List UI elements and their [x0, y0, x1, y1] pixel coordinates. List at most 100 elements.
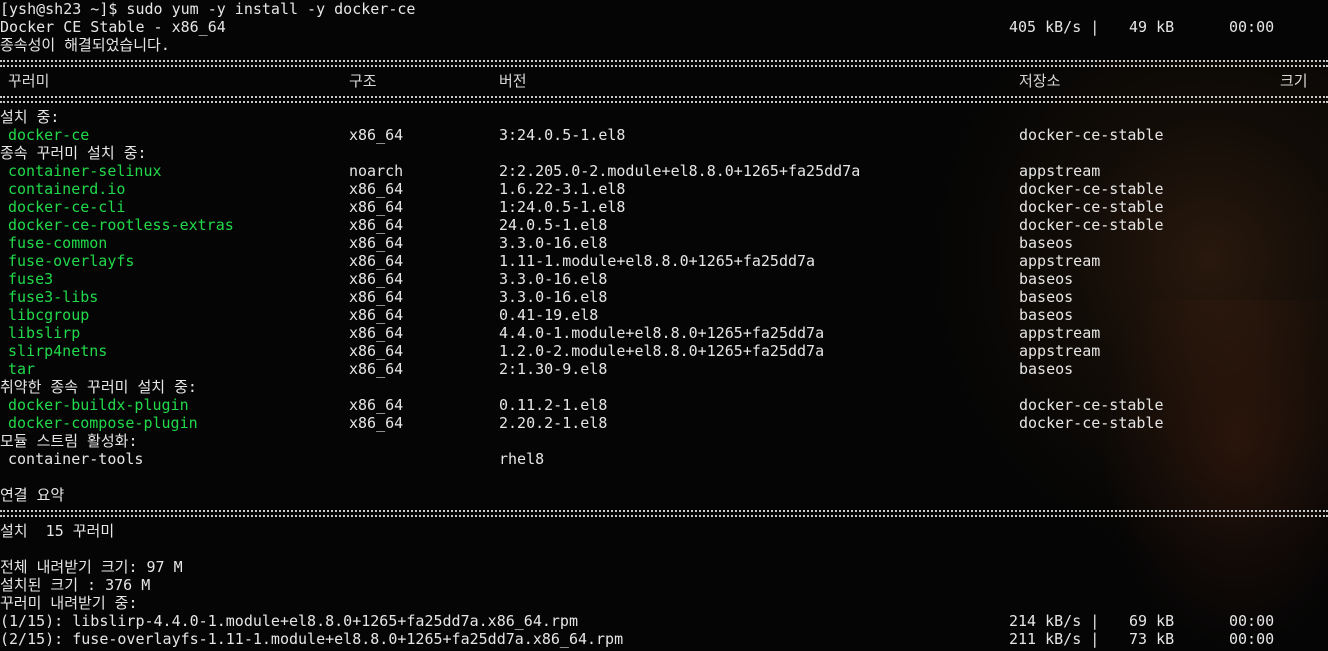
package-version: 1.6.22-3.1.el8 — [499, 180, 626, 198]
package-arch: x86_64 — [349, 324, 404, 342]
package-arch: x86_64 — [349, 252, 404, 270]
total-download-line: 전체 내려받기 크기: 97 M — [0, 558, 183, 576]
module-stream: rhel8 — [499, 450, 545, 468]
background-wallpaper-accent — [1100, 300, 1328, 651]
terminal-window[interactable]: [ysh@sh23 ~]$ sudo yum -y install -y doc… — [0, 0, 1328, 651]
package-repo: docker-ce-stable — [1019, 198, 1164, 216]
package-version: 3.3.0-16.el8 — [499, 288, 608, 306]
package-version: 0.11.2-1.el8 — [499, 396, 608, 414]
table-separator-summary — [0, 510, 1328, 517]
package-name: libcgroup — [8, 306, 90, 324]
deps-resolved-text: 종속성이 해결되었습니다. — [0, 36, 170, 54]
module-name: container-tools — [8, 450, 144, 468]
package-arch: x86_64 — [349, 198, 404, 216]
package-name: slirp4netns — [8, 342, 108, 360]
download-size: 69 kB — [1129, 612, 1175, 630]
package-repo: appstream — [1019, 162, 1101, 180]
column-header-size: 크기 — [1280, 72, 1308, 90]
download-file: (2/15): fuse-overlayfs-1.11-1.module+el8… — [0, 630, 624, 648]
install-count-line: 설치 15 꾸러미 — [0, 522, 114, 540]
package-repo: appstream — [1019, 324, 1101, 342]
command-prompt: [ysh@sh23 ~]$ sudo yum -y install -y doc… — [0, 0, 416, 18]
repo-name: Docker CE Stable - x86_64 — [0, 18, 226, 36]
total-download-size: 전체 내려받기 크기: 97 M — [0, 558, 183, 576]
package-version: 4.4.0-1.module+el8.8.0+1265+fa25dd7a — [499, 324, 825, 342]
module-stream-label: 모듈 스트림 활성화: — [0, 432, 138, 450]
download-time: 00:00 — [1229, 630, 1275, 648]
module-row: container-tools rhel8 — [0, 450, 544, 468]
package-name: docker-buildx-plugin — [8, 396, 189, 414]
downloading-label: 꾸러미 내려받기 중: — [0, 594, 138, 612]
package-arch: x86_64 — [349, 414, 404, 432]
package-name: container-selinux — [8, 162, 162, 180]
repo-speed: 405 kB/s | — [1009, 18, 1100, 36]
package-name: docker-ce-rootless-extras — [8, 216, 234, 234]
package-arch: x86_64 — [349, 270, 404, 288]
repo-time: 00:00 — [1229, 18, 1275, 36]
package-name: fuse-common — [8, 234, 108, 252]
package-repo: docker-ce-stable — [1019, 414, 1164, 432]
deps-label: 종속 꾸러미 설치 중: — [0, 144, 147, 162]
package-arch: x86_64 — [349, 216, 404, 234]
install-count: 설치 15 꾸러미 — [0, 522, 115, 540]
package-name: docker-ce — [8, 126, 90, 144]
package-name: fuse3-libs — [8, 288, 99, 306]
package-repo: docker-ce-stable — [1019, 216, 1164, 234]
installed-size: 설치된 크기 : 376 M — [0, 576, 151, 594]
package-repo: appstream — [1019, 342, 1101, 360]
package-arch: x86_64 — [349, 396, 404, 414]
installing-label: 설치 중: — [0, 108, 60, 126]
package-version: 1.11-1.module+el8.8.0+1265+fa25dd7a — [499, 252, 816, 270]
download-time: 00:00 — [1229, 612, 1275, 630]
package-repo: docker-ce-stable — [1019, 180, 1164, 198]
package-arch: x86_64 — [349, 234, 404, 252]
package-version: 2.20.2-1.el8 — [499, 414, 608, 432]
repo-size: 49 kB — [1129, 18, 1175, 36]
section-label-module: 모듈 스트림 활성화: — [0, 432, 138, 450]
package-repo: baseos — [1019, 306, 1074, 324]
summary-label: 연결 요약 — [0, 486, 65, 504]
section-label-weak: 취약한 종속 꾸러미 설치 중: — [0, 378, 197, 396]
package-name: fuse-overlayfs — [8, 252, 135, 270]
package-repo: docker-ce-stable — [1019, 396, 1164, 414]
table-separator-top — [0, 60, 1328, 67]
section-label-deps: 종속 꾸러미 설치 중: — [0, 144, 147, 162]
package-version: 24.0.5-1.el8 — [499, 216, 608, 234]
package-name: docker-compose-plugin — [8, 414, 198, 432]
package-name: fuse3 — [8, 270, 54, 288]
package-arch: x86_64 — [349, 360, 404, 378]
summary-label-line: 연결 요약 — [0, 486, 64, 504]
package-arch: x86_64 — [349, 342, 404, 360]
command-prompt-line: [ysh@sh23 ~]$ sudo yum -y install -y doc… — [0, 0, 415, 18]
download-speed: 214 kB/s | — [1009, 612, 1100, 630]
package-version: 3.3.0-16.el8 — [499, 270, 608, 288]
section-label-installing: 설치 중: — [0, 108, 59, 126]
package-repo: appstream — [1019, 252, 1101, 270]
package-name: containerd.io — [8, 180, 126, 198]
table-separator-header — [0, 96, 1328, 103]
downloading-label-line: 꾸러미 내려받기 중: — [0, 594, 138, 612]
installed-size-line: 설치된 크기 : 376 M — [0, 576, 150, 594]
package-arch: noarch — [349, 162, 404, 180]
package-name: libslirp — [8, 324, 81, 342]
weak-deps-label: 취약한 종속 꾸러미 설치 중: — [0, 378, 197, 396]
package-version: 2:1.30-9.el8 — [499, 360, 608, 378]
table-header: 꾸러미 구조 버전 저장소 크기 — [0, 72, 1308, 90]
download-file: (1/15): libslirp-4.4.0-1.module+el8.8.0+… — [0, 612, 578, 630]
package-name: docker-ce-cli — [8, 198, 126, 216]
package-repo: baseos — [1019, 234, 1074, 252]
package-repo: baseos — [1019, 360, 1074, 378]
package-version: 1.2.0-2.module+el8.8.0+1265+fa25dd7a — [499, 342, 825, 360]
repo-metadata-line: Docker CE Stable - x86_64 405 kB/s | 49 … — [0, 18, 1274, 36]
deps-resolved-line: 종속성이 해결되었습니다. — [0, 36, 170, 54]
package-repo: baseos — [1019, 288, 1074, 306]
download-size: 73 kB — [1129, 630, 1175, 648]
package-arch: x86_64 — [349, 306, 404, 324]
package-version: 1:24.0.5-1.el8 — [499, 198, 626, 216]
package-version: 3:24.0.5-1.el8 — [499, 126, 626, 144]
download-speed: 211 kB/s | — [1009, 630, 1100, 648]
column-header-package: 꾸러미 — [8, 72, 50, 90]
package-version: 0.41-19.el8 — [499, 306, 599, 324]
package-repo: docker-ce-stable — [1019, 126, 1164, 144]
package-version: 3.3.0-16.el8 — [499, 234, 608, 252]
